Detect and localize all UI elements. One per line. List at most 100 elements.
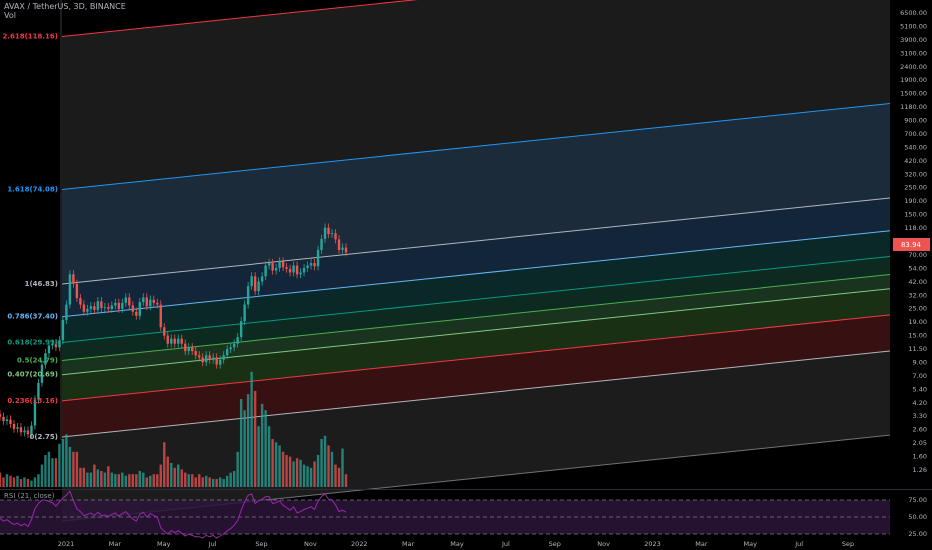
time-axis-tick: Nov [597,540,610,548]
candle-body [177,338,180,344]
price-axis-tick: 3100.00 [900,49,927,57]
candle-body [103,307,107,309]
symbol-title: AVAX / TetherUS, 3D, BINANCE [4,2,126,11]
time-axis-tick: Mar [109,540,122,548]
volume-bar [173,467,176,487]
volume-bar [26,479,30,487]
price-axis-tick: 15.00 [908,332,927,340]
candle-body [274,267,278,271]
volume-bar [163,442,166,487]
volume-bar [285,455,288,487]
volume-bar [2,477,5,487]
candle-body [23,430,26,433]
candle-body [215,357,218,365]
time-axis-tick: Jul [208,540,217,548]
candle-body [218,359,222,365]
volume-bar [306,466,309,487]
volume-bar [82,467,86,487]
candle-body [163,327,166,336]
volume-bar [250,371,253,487]
price-axis-tick: 540.00 [904,143,927,151]
candle-body [58,340,61,348]
time-axis-tick: May [157,540,171,548]
candle-body [61,320,65,341]
candle-body [145,297,148,307]
volume-bar [170,463,173,487]
candle-body [320,238,323,250]
volume-bar [313,461,316,487]
volume-bar [58,443,61,487]
volume-bar [159,464,162,487]
volume-bar [225,475,229,487]
volume-bar [246,394,250,487]
volume-bar [114,474,117,487]
price-axis-tick: 19.00 [908,318,927,326]
candle-body [243,304,246,322]
candle-body [260,276,264,282]
candle-body [257,281,260,292]
volume-bar [278,445,281,487]
candle-body [86,308,89,312]
time-axis-tick: Nov [304,540,317,548]
price-axis-tick: 42.00 [908,278,927,286]
volume-bar [205,475,208,487]
candle-body [191,347,194,352]
volume-bar [86,472,89,487]
fib-level-label: 0.5(24.79) [17,357,58,365]
candle-body [323,227,327,239]
candle-body [341,247,344,250]
price-axis-tick: 1.26 [913,466,927,474]
fib-level-label: 0.236(13.16) [7,397,58,405]
volume-bar [198,474,201,487]
candle-body [264,265,267,277]
candle-body [229,347,232,350]
candle-body [184,343,187,352]
candle-body [208,355,211,360]
candle-body [5,419,9,421]
time-axis-tick: 2023 [644,540,661,548]
volume-bar [33,477,37,487]
volume-bar [51,458,54,487]
chart-canvas[interactable]: 0(2.75) 0.236(13.16) 0.407(20.69) 0.5(24.79… [0,0,932,550]
price-axis-tick: 150.00 [904,211,927,219]
volume-bar [236,451,239,487]
candle-body [100,301,103,309]
volume-bar [281,451,285,487]
candle-body [285,267,288,269]
candle-body [194,351,197,356]
volume-bar [103,472,107,487]
volume-bar [302,464,306,487]
candle-body [246,286,250,305]
candle-body [89,306,93,309]
price-axis-tick: 5100.00 [900,22,927,30]
volume-bar [128,474,131,487]
price-axis-tick: 118.00 [904,224,927,232]
volume-bar [267,426,271,487]
candle-body [281,261,285,268]
price-axis-tick: 420.00 [904,157,927,165]
candle-body [96,301,100,310]
volume-bar [218,477,222,487]
volume-bar [292,461,295,487]
candle-body [121,302,124,309]
volume-bar [201,477,204,487]
volume-bar [117,474,121,487]
price-axis-tick: 320.00 [904,170,927,178]
candle-body [2,416,5,421]
volume-bar [295,458,299,487]
candle-body [152,299,155,303]
candle-body [93,306,96,310]
volume-bar [330,451,334,487]
volume-bar [72,451,75,487]
candle-body [159,304,162,328]
volume-bar [208,477,211,487]
volume-bar [271,439,274,487]
volume-bar [215,479,218,487]
volume-bar [30,480,33,487]
volume-bar [156,474,159,487]
volume-bar [75,451,79,487]
volume-bar [274,442,278,487]
volume-bar [131,474,135,487]
volume-bar [65,434,68,487]
volume-bar [61,439,65,487]
